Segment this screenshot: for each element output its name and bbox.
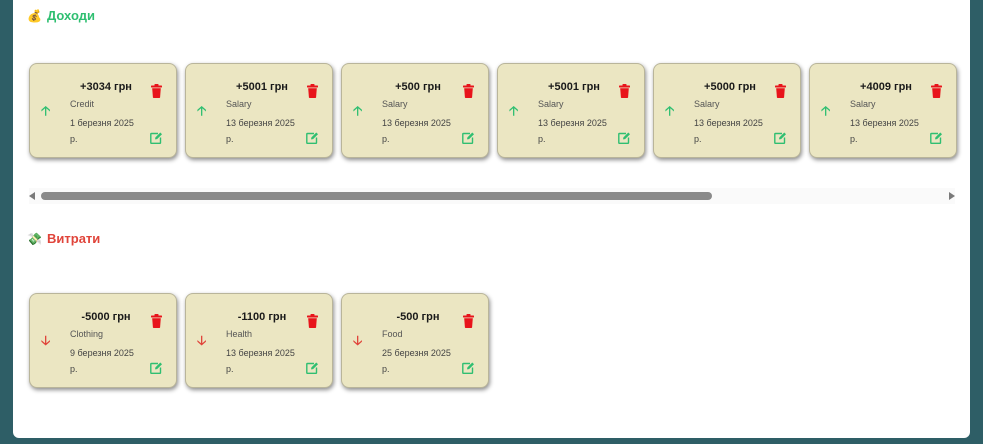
edit-icon[interactable] xyxy=(306,362,319,374)
transaction-card: 🡡 +4009 грн Salary 13 березня 2025 р. xyxy=(809,63,957,158)
income-horizontal-scrollbar[interactable] xyxy=(29,188,955,204)
trash-icon[interactable] xyxy=(931,84,942,98)
transaction-amount: -1100 грн xyxy=(237,311,287,323)
edit-icon[interactable] xyxy=(150,362,163,374)
trash-icon[interactable] xyxy=(151,314,162,328)
transaction-amount: +4009 грн xyxy=(860,81,912,93)
expenses-title-label: Витрати xyxy=(47,231,101,246)
income-section-title: 💰 Доходи xyxy=(27,8,95,23)
direction-arrow-icon: 🡡 xyxy=(821,103,831,118)
transaction-amount: +5000 грн xyxy=(704,81,756,93)
scroll-thumb[interactable] xyxy=(41,192,712,200)
expenses-list: 🡣 -5000 грн Clothing 9 березня 2025 р. 🡣… xyxy=(29,293,489,388)
transaction-card: 🡣 -500 грн Food 25 березня 2025 р. xyxy=(341,293,489,388)
transaction-category: Clothing xyxy=(70,329,104,339)
scroll-right-arrow-icon[interactable] xyxy=(949,192,955,200)
transaction-amount: -500 грн xyxy=(396,311,440,323)
transaction-date: 13 березня 2025 р. xyxy=(382,118,451,144)
transaction-amount: +5001 грн xyxy=(548,81,600,93)
direction-arrow-icon: 🡣 xyxy=(197,333,207,348)
trash-icon[interactable] xyxy=(619,84,630,98)
transaction-amount: +3034 грн xyxy=(80,81,132,93)
transaction-category: Food xyxy=(382,329,403,339)
direction-arrow-icon: 🡡 xyxy=(41,103,51,118)
edit-icon[interactable] xyxy=(774,132,787,144)
transaction-date: 13 березня 2025 р. xyxy=(226,348,295,374)
direction-arrow-icon: 🡡 xyxy=(197,103,207,118)
direction-arrow-icon: 🡡 xyxy=(509,103,519,118)
transaction-category: Salary xyxy=(538,99,564,109)
transaction-date: 13 березня 2025 р. xyxy=(850,118,919,144)
transaction-category: Credit xyxy=(70,99,95,109)
trash-icon[interactable] xyxy=(463,314,474,328)
transaction-date: 9 березня 2025 р. xyxy=(70,348,134,374)
income-list: 🡡 +3034 грн Credit 1 березня 2025 р. 🡡 +… xyxy=(29,63,957,158)
edit-icon[interactable] xyxy=(306,132,319,144)
transaction-card: 🡡 +5001 грн Salary 13 березня 2025 р. xyxy=(185,63,333,158)
transaction-card: 🡣 -1100 грн Health 13 березня 2025 р. xyxy=(185,293,333,388)
transactions-panel: 💰 Доходи 🡡 +3034 грн Credit 1 березня 20… xyxy=(13,0,970,438)
trash-icon[interactable] xyxy=(463,84,474,98)
direction-arrow-icon: 🡡 xyxy=(353,103,363,118)
transaction-date: 13 березня 2025 р. xyxy=(694,118,763,144)
transaction-amount: -5000 грн xyxy=(81,311,131,323)
scroll-left-arrow-icon[interactable] xyxy=(29,192,35,200)
edit-icon[interactable] xyxy=(618,132,631,144)
transaction-amount: +500 грн xyxy=(395,81,441,93)
expenses-section-title: 💸 Витрати xyxy=(27,231,100,246)
edit-icon[interactable] xyxy=(462,362,475,374)
edit-icon[interactable] xyxy=(930,132,943,144)
transaction-date: 25 березня 2025 р. xyxy=(382,348,451,374)
trash-icon[interactable] xyxy=(307,84,318,98)
edit-icon[interactable] xyxy=(150,132,163,144)
money-wings-icon: 💸 xyxy=(27,231,42,246)
direction-arrow-icon: 🡣 xyxy=(353,333,363,348)
direction-arrow-icon: 🡣 xyxy=(41,333,51,348)
transaction-category: Health xyxy=(226,329,253,339)
transaction-category: Salary xyxy=(850,99,876,109)
transaction-date: 13 березня 2025 р. xyxy=(538,118,607,144)
transaction-card: 🡡 +5000 грн Salary 13 березня 2025 р. xyxy=(653,63,801,158)
trash-icon[interactable] xyxy=(307,314,318,328)
transaction-card: 🡡 +500 грн Salary 13 березня 2025 р. xyxy=(341,63,489,158)
income-title-label: Доходи xyxy=(47,8,95,23)
transaction-amount: +5001 грн xyxy=(236,81,288,93)
transaction-date: 1 березня 2025 р. xyxy=(70,118,134,144)
transaction-date: 13 березня 2025 р. xyxy=(226,118,295,144)
transaction-card: 🡡 +3034 грн Credit 1 березня 2025 р. xyxy=(29,63,177,158)
transaction-category: Salary xyxy=(694,99,720,109)
transaction-card: 🡣 -5000 грн Clothing 9 березня 2025 р. xyxy=(29,293,177,388)
transaction-category: Salary xyxy=(226,99,252,109)
edit-icon[interactable] xyxy=(462,132,475,144)
transaction-category: Salary xyxy=(382,99,408,109)
money-bag-icon: 💰 xyxy=(27,8,42,23)
transaction-card: 🡡 +5001 грн Salary 13 березня 2025 р. xyxy=(497,63,645,158)
direction-arrow-icon: 🡡 xyxy=(665,103,675,118)
trash-icon[interactable] xyxy=(151,84,162,98)
trash-icon[interactable] xyxy=(775,84,786,98)
